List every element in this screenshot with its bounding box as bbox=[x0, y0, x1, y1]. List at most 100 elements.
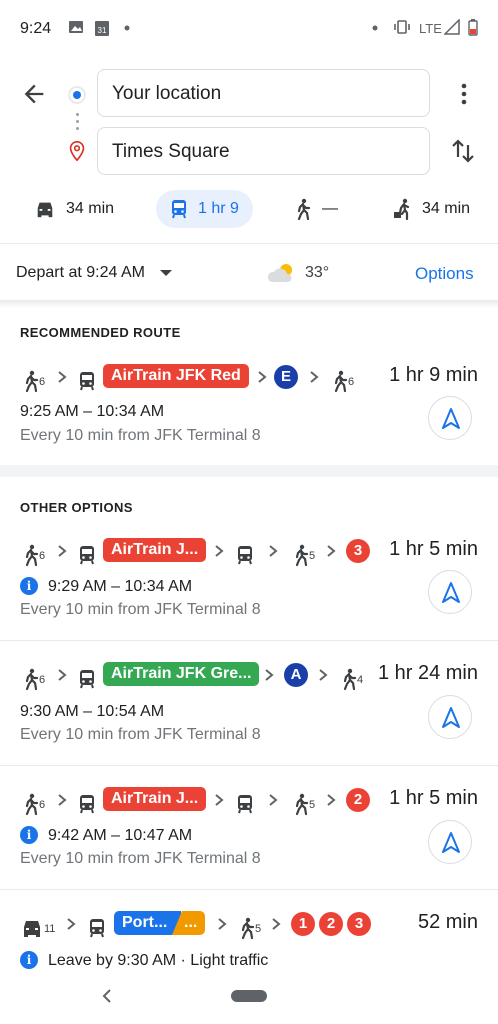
swap-icon[interactable] bbox=[450, 137, 476, 165]
navigation-arrow-icon bbox=[442, 707, 460, 728]
tab-rideshare[interactable]: 34 min bbox=[392, 190, 470, 228]
route-duration: 1 hr 5 min bbox=[389, 538, 478, 560]
status-time: 9:24 bbox=[20, 20, 52, 37]
destination-pin-icon bbox=[69, 141, 85, 162]
train-icon bbox=[80, 372, 94, 391]
walk-icon bbox=[25, 370, 39, 393]
partly-cloudy-icon bbox=[267, 264, 292, 282]
notification-dot-icon bbox=[372, 25, 378, 31]
battery-icon bbox=[468, 19, 478, 36]
tab-driving[interactable]: 34 min bbox=[34, 190, 114, 228]
home-pill-button[interactable] bbox=[231, 990, 267, 1002]
route-steps: 6 AirTrain JFK Red E 6 1 hr 9 min bbox=[0, 362, 498, 393]
airtrain-red-badge: AirTrain JFK Red bbox=[103, 364, 249, 388]
bus-icon bbox=[90, 919, 104, 938]
walk-minutes: 6 bbox=[348, 376, 355, 388]
route-steps: 6 AirTrain J... 5 3 1 hr 5 min bbox=[0, 536, 498, 567]
network-type: LTE bbox=[419, 21, 442, 36]
route-duration: 52 min bbox=[417, 911, 478, 933]
walk-minutes: 6 bbox=[39, 799, 46, 811]
depart-time-selector[interactable]: Depart at 9:24 AM bbox=[16, 264, 145, 282]
train-icon bbox=[238, 795, 252, 814]
chevron-right-icon bbox=[269, 794, 278, 806]
chevron-right-icon bbox=[58, 545, 67, 557]
recommended-route-heading: RECOMMENDED ROUTE bbox=[20, 325, 181, 340]
walk-icon bbox=[25, 544, 39, 567]
walk-minutes: 6 bbox=[39, 550, 46, 562]
chevron-right-icon bbox=[67, 918, 76, 930]
info-icon[interactable]: i bbox=[20, 577, 38, 595]
chevron-right-icon bbox=[265, 669, 274, 681]
route-duration: 1 hr 5 min bbox=[389, 787, 478, 809]
subway-line-badge: A bbox=[284, 663, 308, 687]
back-arrow-icon[interactable] bbox=[20, 80, 48, 108]
chevron-right-icon bbox=[215, 545, 224, 557]
info-icon[interactable]: i bbox=[20, 951, 38, 969]
route-steps: 6 AirTrain J... 5 2 1 hr 5 min bbox=[0, 785, 498, 816]
walk-icon bbox=[334, 370, 348, 393]
walk-icon bbox=[295, 544, 309, 567]
tab-walking-label: — bbox=[322, 200, 338, 217]
start-navigation-button[interactable] bbox=[428, 820, 472, 864]
subway-line-badge: 3 bbox=[346, 539, 370, 563]
start-navigation-button[interactable] bbox=[428, 570, 472, 614]
car-icon bbox=[37, 202, 53, 218]
system-navigation-bar bbox=[0, 970, 498, 1024]
airtrain-green-badge: AirTrain JFK Gre... bbox=[103, 662, 260, 686]
dropdown-caret-icon[interactable] bbox=[160, 270, 172, 276]
weather-temperature: 33° bbox=[305, 264, 330, 281]
options-link[interactable]: Options bbox=[415, 264, 474, 284]
subway-line-badge: E bbox=[274, 365, 298, 389]
info-icon[interactable]: i bbox=[20, 826, 38, 844]
route-frequency: Every 10 min from JFK Terminal 8 bbox=[20, 850, 261, 867]
chevron-right-icon bbox=[58, 371, 67, 383]
route-steps: 6 AirTrain JFK Gre... A 4 1 hr 24 min bbox=[0, 660, 498, 691]
chevron-right-icon bbox=[272, 918, 281, 930]
divider bbox=[0, 765, 498, 766]
start-navigation-button[interactable] bbox=[428, 396, 472, 440]
walk-minutes: 5 bbox=[309, 799, 316, 811]
origin-input[interactable]: Your location bbox=[97, 69, 430, 117]
walk-minutes: 6 bbox=[39, 674, 46, 686]
vibrate-icon bbox=[394, 20, 410, 34]
status-bar: 9:24 31 LTE bbox=[0, 0, 498, 58]
tab-walking[interactable]: — bbox=[294, 190, 338, 228]
walk-minutes: 5 bbox=[255, 923, 262, 935]
divider-shadow bbox=[0, 300, 498, 308]
more-options-icon[interactable] bbox=[455, 82, 473, 106]
car-icon bbox=[24, 921, 40, 937]
subway-line-badge: 1 bbox=[291, 912, 315, 936]
origin-dot-icon bbox=[68, 86, 86, 104]
drive-minutes: 11 bbox=[44, 923, 56, 935]
walk-minutes: 6 bbox=[39, 376, 46, 388]
start-navigation-button[interactable] bbox=[428, 695, 472, 739]
chevron-right-icon bbox=[269, 545, 278, 557]
chevron-right-icon bbox=[58, 794, 67, 806]
chevron-right-icon bbox=[310, 371, 319, 383]
walk-minutes: 4 bbox=[357, 674, 364, 686]
chevron-right-icon bbox=[58, 669, 67, 681]
navigation-arrow-icon bbox=[442, 832, 460, 853]
route-frequency: Every 10 min from JFK Terminal 8 bbox=[20, 601, 261, 618]
route-times: 9:29 AM – 10:34 AM bbox=[48, 578, 193, 595]
subway-line-badge: 2 bbox=[319, 912, 343, 936]
walk-icon bbox=[297, 198, 311, 220]
travel-mode-tabs: 34 min 1 hr 9 — 34 min bbox=[0, 186, 498, 232]
divider bbox=[0, 640, 498, 641]
subway-line-badge: 2 bbox=[346, 788, 370, 812]
transit-icon bbox=[172, 200, 186, 219]
destination-input[interactable]: Times Square bbox=[97, 127, 430, 175]
system-back-icon[interactable] bbox=[100, 987, 114, 1005]
route-duration: 1 hr 24 min bbox=[377, 662, 478, 684]
route-frequency: Every 10 min from JFK Terminal 8 bbox=[20, 726, 261, 743]
airtrain-red-badge: AirTrain J... bbox=[103, 538, 207, 562]
notification-dot-icon bbox=[124, 25, 130, 31]
train-icon bbox=[80, 670, 94, 689]
chevron-right-icon bbox=[258, 371, 267, 383]
divider bbox=[0, 889, 498, 890]
tab-transit[interactable]: 1 hr 9 bbox=[156, 190, 253, 228]
calendar-icon: 31 bbox=[95, 21, 109, 36]
chevron-right-icon bbox=[319, 669, 328, 681]
chevron-right-icon bbox=[218, 918, 227, 930]
port-authority-badge: Port... bbox=[114, 911, 182, 935]
